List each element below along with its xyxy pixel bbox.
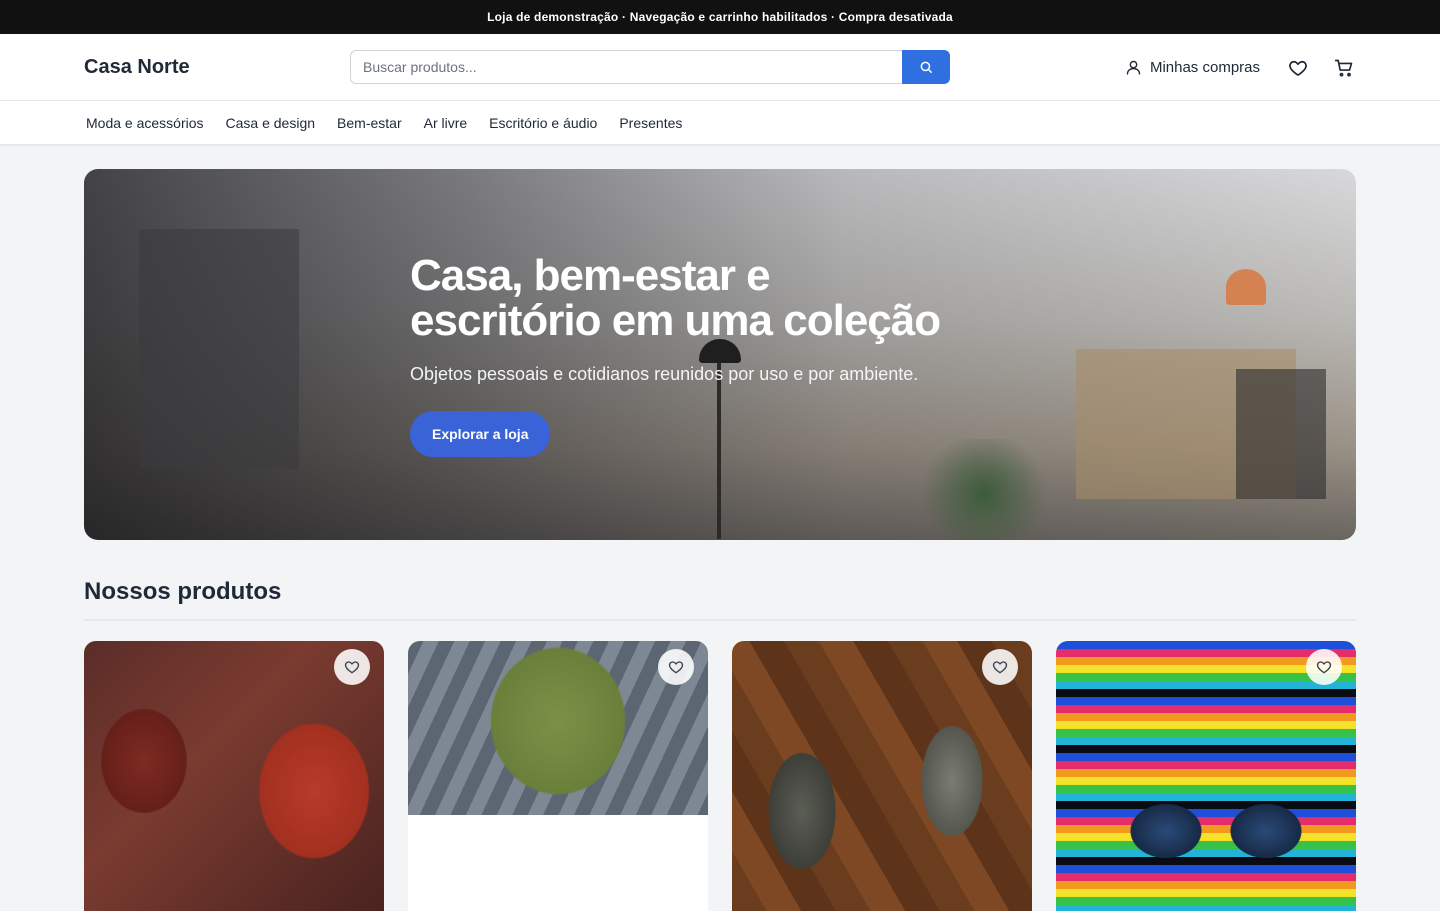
hero-banner: Casa, bem-estar e escritório em uma cole… [84,169,1356,540]
product-card[interactable] [1056,641,1356,911]
my-purchases-label: Minhas compras [1149,59,1260,76]
hero-title-line1: Casa, bem-estar e [410,251,771,300]
header-actions: Minhas compras [1125,34,1356,101]
announcement-bar: Loja de demonstração · Navegação e carri… [0,0,1440,34]
hero-box-decor [1236,369,1326,499]
nav-item-moda[interactable]: Moda e acessórios [86,115,204,131]
section-divider [84,619,1356,621]
product-card[interactable] [84,641,384,911]
heart-icon [668,661,684,674]
search-icon [920,61,932,73]
favorite-button[interactable] [1306,649,1342,685]
user-icon [1126,60,1141,75]
search-bar [350,50,950,84]
product-grid [84,641,1356,911]
nav-item-presentes[interactable]: Presentes [619,115,682,131]
nav-item-ar-livre[interactable]: Ar livre [424,115,468,131]
site-header: Casa Norte Minhas compras [0,34,1440,101]
nav-item-bem-estar[interactable]: Bem-estar [337,115,402,131]
heart-icon [1316,661,1332,674]
product-card[interactable] [732,641,1032,911]
products-section-title: Nossos produtos [84,578,282,605]
heart-icon [992,661,1008,674]
hero-title: Casa, bem-estar e escritório em uma cole… [410,253,1010,343]
cart-icon [1334,59,1353,77]
search-button[interactable] [902,50,950,84]
favorite-button[interactable] [982,649,1018,685]
hero-subtitle: Objetos pessoais e cotidianos reunidos p… [410,364,919,384]
hero-orange-lamp [1226,269,1266,305]
search-input[interactable] [350,50,902,84]
my-purchases-link[interactable]: Minhas compras [1125,59,1260,76]
hero-content: Casa, bem-estar e escritório em uma cole… [410,253,1010,457]
cart-button[interactable] [1332,56,1356,80]
hero-shelf-decor [139,229,299,469]
product-image-headphones[interactable] [84,641,384,911]
wishlist-button[interactable] [1286,56,1310,80]
nav-item-casa[interactable]: Casa e design [226,115,316,131]
hero-title-line2: escritório em uma coleção [410,296,941,345]
heart-icon [1289,60,1307,76]
favorite-button[interactable] [334,649,370,685]
product-card[interactable] [408,641,708,911]
favorite-button[interactable] [658,649,694,685]
product-image-sunglasses[interactable] [1056,641,1356,911]
heart-icon [344,661,360,674]
product-image-shoes[interactable] [732,641,1032,911]
announcement-text: Loja de demonstração · Navegação e carri… [487,10,953,24]
nav-item-escritorio[interactable]: Escritório e áudio [489,115,597,131]
site-logo[interactable]: Casa Norte [84,56,350,79]
category-nav: Moda e acessórios Casa e design Bem-esta… [0,101,1440,145]
explore-store-button[interactable]: Explorar a loja [410,411,551,457]
